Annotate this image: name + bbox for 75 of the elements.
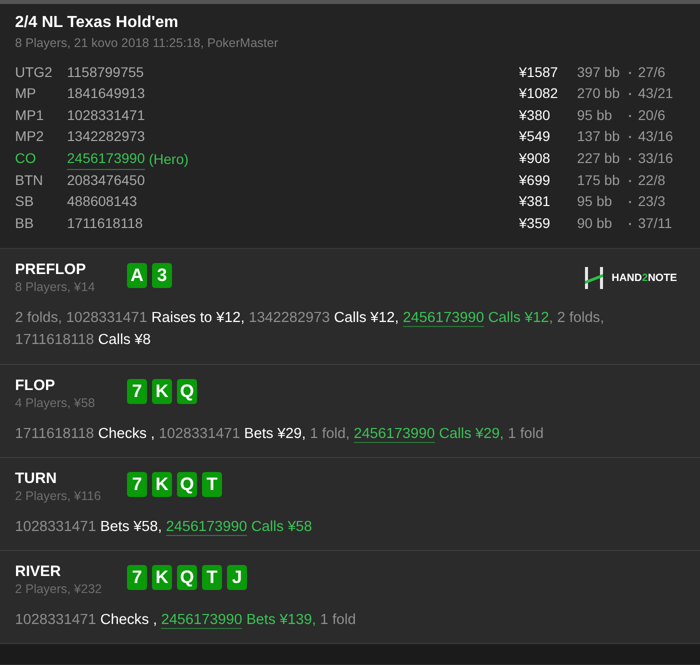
seat-position: SB <box>15 192 35 212</box>
stack-bb: 137 bb <box>577 127 621 146</box>
stack-bb: 95 bb <box>577 192 614 212</box>
street-info: 2 Players, ¥116 <box>15 488 102 504</box>
player-link[interactable]: 2456173990 <box>354 426 435 444</box>
player-link[interactable]: 2456173990 <box>402 310 484 328</box>
player-id: 1158799755 <box>67 63 144 82</box>
playing-card: K <box>152 565 172 590</box>
playing-card: Q <box>177 379 197 404</box>
seat-position: MP1 <box>15 106 45 125</box>
stack-bb: 175 bb <box>577 171 621 190</box>
street-info: 8 Players, ¥14 <box>15 279 96 296</box>
playing-card: K <box>152 379 172 404</box>
player-link[interactable]: 2456173990 <box>166 519 248 536</box>
seat-position: BB <box>15 214 35 233</box>
player-stats: 27/6 <box>638 63 666 82</box>
action-line: 1711618118 Checks , 1028331471 Bets ¥29, 1 fold, 2456173990 Calls ¥29, 1 fold <box>15 425 545 446</box>
player-link[interactable]: 2456173990 <box>67 148 145 170</box>
hero-tag: (Hero) <box>148 148 189 170</box>
playing-card: 3 <box>152 263 172 288</box>
player-stats: 20/6 <box>638 106 666 125</box>
logo-icon <box>584 267 604 290</box>
playing-card: K <box>152 472 172 498</box>
seat-position: MP <box>15 84 37 104</box>
seat-position: MP2 <box>15 127 45 146</box>
player-id: 488608143 <box>67 192 138 212</box>
stack-bb: 227 bb <box>577 148 621 168</box>
player-id: 1711618118 <box>67 214 143 233</box>
playing-card: 7 <box>127 472 147 498</box>
street-info: 4 Players, ¥58 <box>15 395 96 412</box>
player-id: 1342282973 <box>67 127 145 146</box>
street-name: RIVER <box>15 563 62 582</box>
playing-card: 7 <box>127 379 147 404</box>
stack-amount: ¥381 <box>519 192 552 212</box>
stack-bb: 90 bb <box>577 214 614 233</box>
player-stats: 22/8 <box>638 171 666 190</box>
street-name: PREFLOP <box>15 261 87 280</box>
stack-bb: 397 bb <box>577 63 621 82</box>
stack-amount: ¥908 <box>519 148 552 168</box>
playing-card: T <box>202 472 222 498</box>
stack-amount: ¥380 <box>519 106 552 125</box>
player-link[interactable]: 2456173990 <box>161 612 242 630</box>
playing-card: J <box>227 565 247 590</box>
hand-title: 2/4 NL Texas Hold'em <box>15 13 180 33</box>
playing-card: Q <box>177 565 197 590</box>
stack-bb: 270 bb <box>577 84 621 104</box>
player-stats: 23/3 <box>638 192 666 212</box>
player-id: 1841649913 <box>67 84 145 104</box>
player-stats: 43/21 <box>638 84 674 104</box>
seat-position: BTN <box>15 171 44 190</box>
player-stats: 43/16 <box>638 127 674 146</box>
seat-position: CO <box>15 148 37 168</box>
street-name: TURN <box>15 470 58 488</box>
player-id: 1028331471 <box>67 106 145 125</box>
player-id: 2083476450 <box>67 171 145 190</box>
stack-bb: 95 bb <box>577 106 614 125</box>
street-name: FLOP <box>15 377 56 396</box>
logo-text: HAND2NOTE <box>612 272 677 284</box>
playing-card: A <box>127 263 147 288</box>
player-stats: 33/16 <box>638 148 674 168</box>
playing-card: T <box>202 565 222 590</box>
action-line: 2 folds, 1028331471 Raises to ¥12, 1342282973 Calls ¥12, 2456173990 Calls ¥12, 2 folds, 1711618118 Calls ¥8 <box>15 309 606 350</box>
stack-amount: ¥1587 <box>519 63 559 82</box>
playing-card: 7 <box>127 565 147 590</box>
playing-card: Q <box>177 472 197 498</box>
street-info: 2 Players, ¥232 <box>15 581 103 598</box>
player-stats: 37/11 <box>638 214 673 233</box>
stack-amount: ¥1082 <box>519 84 559 104</box>
action-line: 1028331471 Bets ¥58, 2456173990 Calls ¥58 <box>15 518 314 538</box>
hand-subtitle: 8 Players, 21 kovo 2018 11:25:18, PokerMaster <box>15 35 280 52</box>
action-line: 1028331471 Checks , 2456173990 Bets ¥139, 1 fold <box>15 611 357 632</box>
stack-amount: ¥699 <box>519 171 552 190</box>
stack-amount: ¥549 <box>519 127 552 146</box>
stack-amount: ¥359 <box>519 214 552 233</box>
seat-position: UTG2 <box>15 63 54 82</box>
